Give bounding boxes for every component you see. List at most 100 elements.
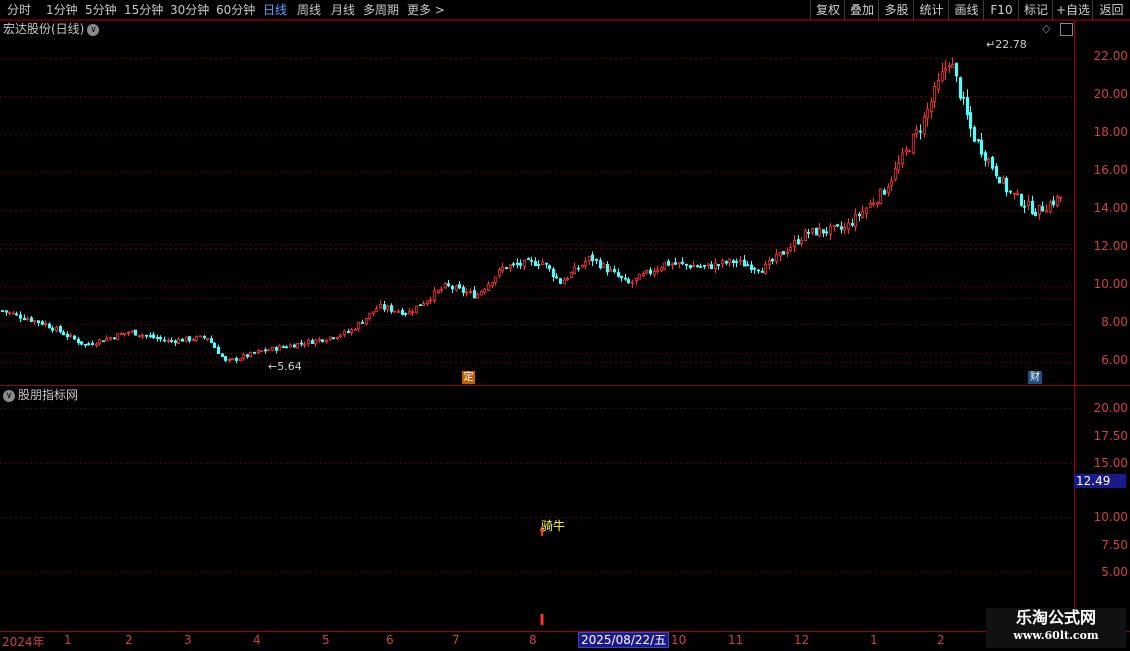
candle-body: [698, 265, 703, 268]
candle-body: [774, 253, 779, 262]
candle-body: [580, 264, 585, 268]
candle-body: [346, 331, 351, 333]
candle-body: [50, 327, 55, 331]
candle-body: [392, 310, 397, 313]
candle-body: [11, 312, 16, 315]
candle-body: [727, 258, 732, 264]
month-label: 3: [184, 633, 192, 647]
candle-body: [641, 273, 646, 277]
candle-body: [140, 334, 145, 337]
kline-chart[interactable]: [0, 0, 1130, 650]
candle-body: [436, 289, 441, 293]
candle-body: [248, 351, 253, 357]
candle-body: [335, 336, 340, 340]
candle-body: [76, 338, 81, 343]
candle-body: [349, 329, 354, 333]
year-label: 2024年: [2, 635, 45, 649]
candle-body: [608, 269, 613, 272]
candle-body: [835, 224, 840, 227]
candle-body: [590, 254, 595, 262]
candle-body: [742, 259, 747, 267]
candle-body: [605, 263, 610, 273]
candle-body: [493, 276, 498, 283]
candle-body: [151, 334, 156, 339]
candle-body: [968, 112, 973, 129]
month-label: 5: [322, 633, 330, 647]
candle-body: [194, 336, 199, 341]
candle-body: [986, 158, 991, 163]
y-tick: 14.00: [1093, 201, 1128, 215]
event-tag-ding[interactable]: 定: [462, 371, 475, 384]
candle-body: [778, 251, 783, 257]
candle-body: [1022, 205, 1027, 208]
event-tag-finance[interactable]: 财: [1028, 371, 1042, 384]
candle-body: [932, 86, 937, 102]
candle-body: [356, 322, 361, 330]
candle-body: [479, 290, 484, 296]
candle-body: [785, 251, 790, 254]
candle-body: [896, 162, 901, 171]
candle-body: [61, 332, 66, 336]
candle-body: [961, 96, 966, 99]
candle-body: [115, 333, 120, 340]
candle-body: [302, 343, 307, 346]
candle-body: [572, 266, 577, 275]
candle-body: [994, 166, 999, 177]
candle-body: [792, 240, 797, 248]
candle-body: [482, 288, 487, 293]
candle-body: [205, 338, 210, 340]
candle-body: [137, 335, 142, 337]
candle-body: [749, 264, 754, 271]
candle-body: [500, 267, 505, 272]
arrow-icon: ←: [268, 360, 278, 373]
candle-body: [281, 346, 286, 349]
candle-body: [947, 65, 952, 68]
candle-body: [990, 156, 995, 169]
y-tick: 12.00: [1093, 239, 1128, 253]
candle-body: [720, 260, 725, 265]
candle-body: [958, 77, 963, 99]
candle-body: [904, 149, 909, 153]
candle-body: [1058, 196, 1063, 199]
candle-body: [731, 260, 736, 263]
candle-body: [364, 317, 369, 325]
candle-body: [504, 267, 509, 270]
candle-body: [104, 337, 109, 341]
y-tick: 7.50: [1101, 538, 1128, 552]
diamond-icon[interactable]: ◇: [1042, 22, 1050, 35]
candle-body: [382, 304, 387, 310]
candle-body: [551, 268, 556, 278]
candle-body: [342, 330, 347, 336]
candle-body: [295, 342, 300, 349]
candle-body: [79, 341, 84, 345]
candle-body: [799, 239, 804, 244]
candle-body: [767, 260, 772, 266]
chart-frame: [0, 19, 1130, 632]
candle-body: [22, 317, 27, 321]
candle-body: [547, 265, 552, 270]
candle-body: [979, 139, 984, 155]
candle-body: [162, 339, 167, 342]
month-label: 1: [64, 633, 72, 647]
candle-body: [655, 269, 660, 272]
candle-body: [252, 351, 257, 354]
candle-body: [832, 225, 837, 228]
month-label: 11: [728, 633, 744, 647]
candle-body: [950, 64, 955, 69]
candle-body: [198, 335, 203, 338]
candle-body: [385, 305, 390, 310]
candle-body: [515, 262, 520, 265]
chevron-down-icon[interactable]: ∨: [3, 389, 15, 402]
candle-body: [72, 335, 77, 340]
indicator-title: ∨ 股朋指标网: [3, 387, 78, 403]
candle-body: [526, 258, 531, 260]
candle-body: [216, 346, 221, 355]
indicator-name: 股朋指标网: [18, 388, 79, 402]
candle-body: [677, 262, 682, 265]
chevron-down-icon[interactable]: ∨: [87, 23, 100, 36]
panel-toggle-icon[interactable]: [1060, 23, 1073, 36]
watermark-logo: 乐淘公式网 www.60lt.com: [986, 608, 1126, 648]
candle-body: [713, 262, 718, 270]
candle-body: [680, 261, 685, 264]
candle-body: [331, 337, 336, 340]
